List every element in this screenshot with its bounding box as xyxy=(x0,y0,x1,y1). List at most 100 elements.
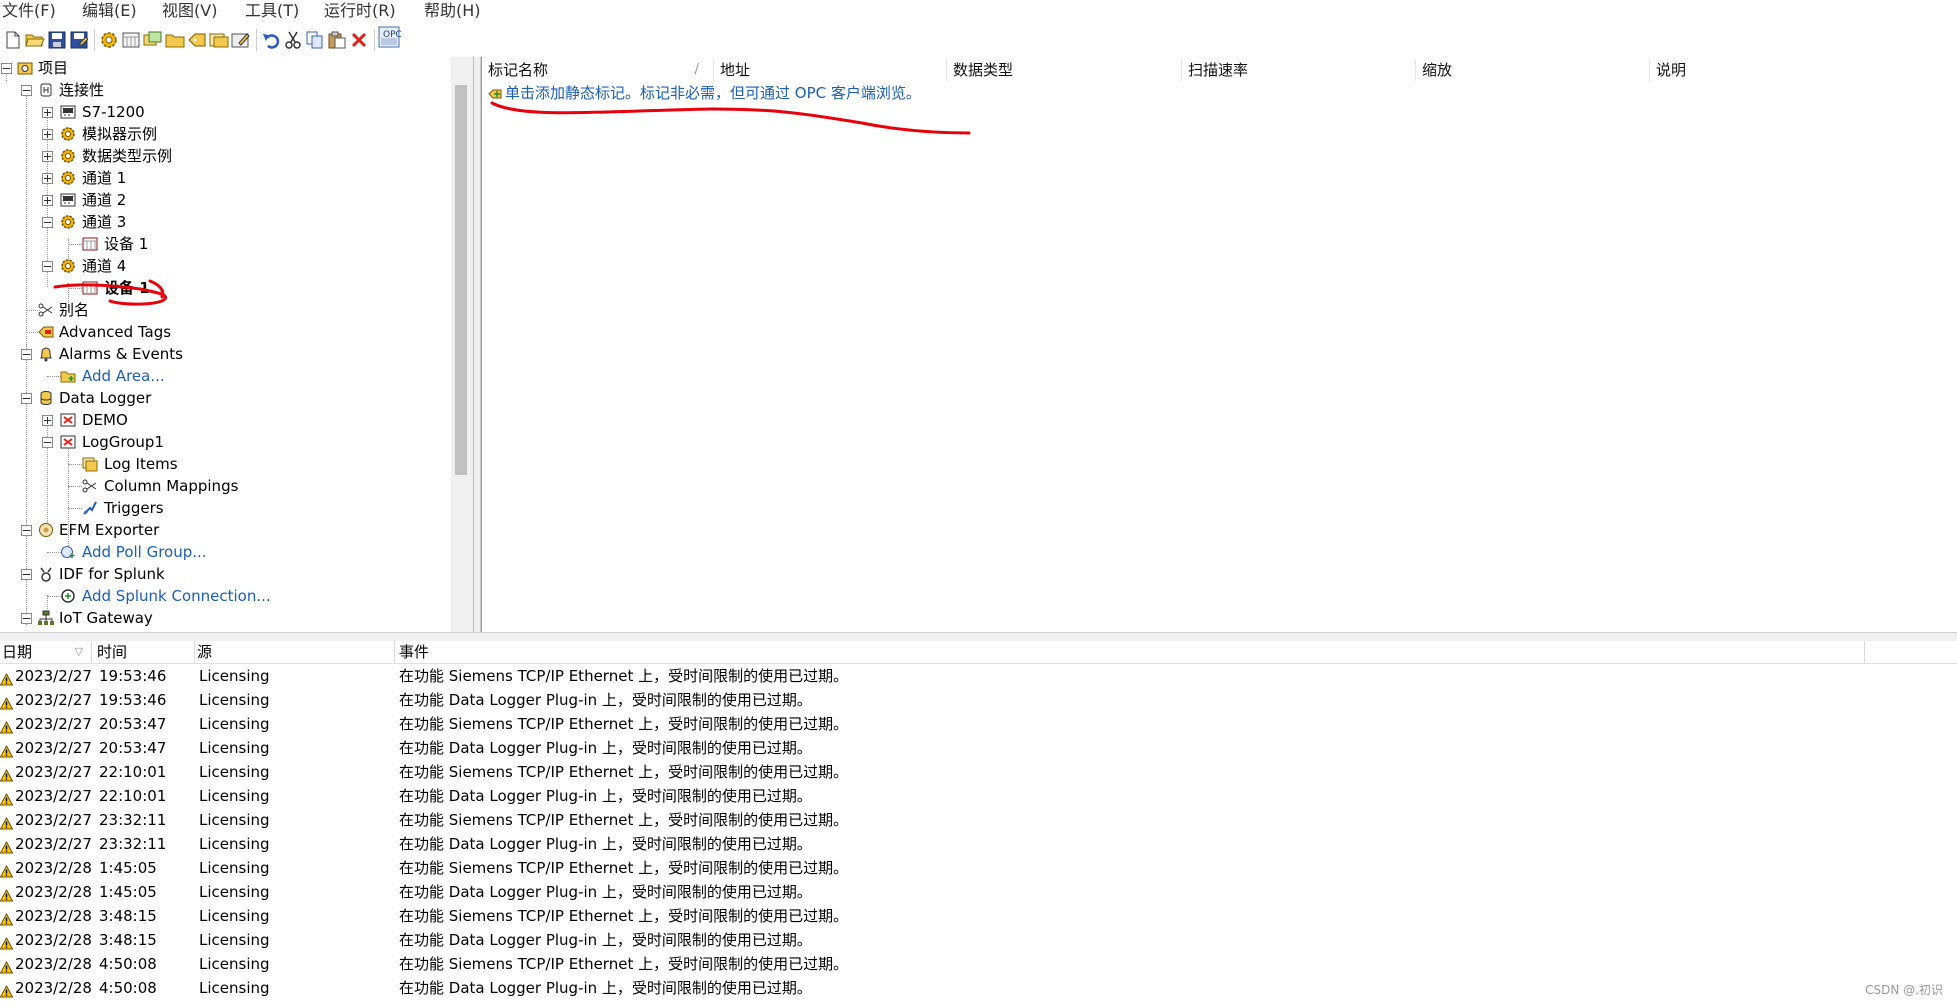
copy-icon[interactable] xyxy=(304,29,326,51)
new-tag-group-icon[interactable] xyxy=(142,29,164,51)
menu-view[interactable]: 视图(V) xyxy=(160,0,219,22)
cut-icon[interactable] xyxy=(282,29,304,51)
tree-node-ch3-device-1[interactable]: 设备 1 xyxy=(0,233,300,255)
log-row[interactable]: 2023/2/27 19:53:46 Licensing 在功能 Siemens TC… xyxy=(0,664,1957,688)
log-date: 2023/2/27 xyxy=(15,739,92,757)
log-event: 在功能 Data Logger Plug-in 上，受时间限制的使用已过期。 xyxy=(399,691,812,709)
tree-node-simulator[interactable]: 模拟器示例 xyxy=(0,123,300,145)
tree-node-channel-2[interactable]: 通道 2 xyxy=(0,189,300,211)
tree-node-loggroup1[interactable]: LogGroup1 xyxy=(0,431,300,453)
column-header-time[interactable]: 时间 xyxy=(95,641,195,663)
column-header-event[interactable]: 事件 xyxy=(397,641,1865,663)
column-header-scan-rate[interactable]: 扫描速率 xyxy=(1182,59,1416,81)
menu-runtime[interactable]: 运行时(R) xyxy=(322,0,398,22)
new-icon[interactable] xyxy=(2,29,24,51)
new-tag-icon[interactable] xyxy=(186,29,208,51)
tree-node-add-splunk-connection[interactable]: Add Splunk Connection... xyxy=(0,585,300,607)
collapse-icon[interactable] xyxy=(1,63,12,74)
tree-node-column-mappings[interactable]: Column Mappings xyxy=(0,475,300,497)
tree-node-idf-splunk[interactable]: IDF for Splunk xyxy=(0,563,300,585)
collapse-icon[interactable] xyxy=(42,437,53,448)
log-row[interactable]: 2023/2/28 1:45:05 Licensing 在功能 Data Logger… xyxy=(0,880,1957,904)
menu-help[interactable]: 帮助(H) xyxy=(422,0,483,22)
hint-text: 单击添加静态标记。标记非必需，但可通过 OPC 客户端浏览。 xyxy=(505,84,921,102)
delete-icon[interactable] xyxy=(348,29,370,51)
column-header-address[interactable]: 地址 xyxy=(714,59,947,81)
tree-node-log-items[interactable]: Log Items xyxy=(0,453,300,475)
tree-node-channel-1[interactable]: 通道 1 xyxy=(0,167,300,189)
expand-icon[interactable] xyxy=(42,107,53,118)
menu-file[interactable]: 文件(F) xyxy=(0,0,58,22)
save-as-icon[interactable] xyxy=(68,29,90,51)
tree-node-connectivity[interactable]: 连接性 xyxy=(0,79,300,101)
column-header-data-type[interactable]: 数据类型 xyxy=(947,59,1182,81)
tree-node-channel-3[interactable]: 通道 3 xyxy=(0,211,300,233)
log-row[interactable]: 2023/2/28 4:50:08 Licensing 在功能 Siemens TCP… xyxy=(0,952,1957,976)
tree-node-add-area[interactable]: Add Area... xyxy=(0,365,300,387)
log-row[interactable]: 2023/2/27 22:10:01 Licensing 在功能 Siemens TC… xyxy=(0,760,1957,784)
expand-icon[interactable] xyxy=(42,129,53,140)
new-channel-icon[interactable] xyxy=(98,29,120,51)
log-date: 2023/2/27 xyxy=(15,691,92,709)
collapse-icon[interactable] xyxy=(21,349,32,360)
log-row[interactable]: 2023/2/27 20:53:47 Licensing 在功能 Siemens TC… xyxy=(0,712,1957,736)
open-icon[interactable] xyxy=(24,29,46,51)
warning-icon xyxy=(0,933,14,950)
log-row[interactable]: 2023/2/27 23:32:11 Licensing 在功能 Data Logge… xyxy=(0,832,1957,856)
tree-node-advanced-tags[interactable]: Advanced Tags xyxy=(0,321,300,343)
tree-node-efm-exporter[interactable]: EFM Exporter xyxy=(0,519,300,541)
tree-node-add-poll-group[interactable]: Add Poll Group... xyxy=(0,541,300,563)
column-header-description[interactable]: 说明 xyxy=(1650,59,1957,81)
tree-label: Add Area... xyxy=(82,367,165,385)
collapse-icon[interactable] xyxy=(21,393,32,404)
new-folder-icon[interactable] xyxy=(164,29,186,51)
undo-icon[interactable] xyxy=(260,29,282,51)
bulk-tag-icon[interactable] xyxy=(208,29,230,51)
warning-icon xyxy=(0,981,14,998)
collapse-icon[interactable] xyxy=(21,613,32,624)
tree-node-channel-4[interactable]: 通道 4 xyxy=(0,255,300,277)
collapse-icon[interactable] xyxy=(21,569,32,580)
collapse-icon[interactable] xyxy=(42,217,53,228)
log-row[interactable]: 2023/2/27 20:53:47 Licensing 在功能 Data Logge… xyxy=(0,736,1957,760)
expand-icon[interactable] xyxy=(42,415,53,426)
log-row[interactable]: 2023/2/27 22:10:01 Licensing 在功能 Data Logge… xyxy=(0,784,1957,808)
tree-node-ch4-device-1[interactable]: 设备 1 xyxy=(0,277,300,299)
log-row[interactable]: 2023/2/28 3:48:15 Licensing 在功能 Siemens TCP… xyxy=(0,904,1957,928)
log-row[interactable]: 2023/2/27 23:32:11 Licensing 在功能 Siemens TC… xyxy=(0,808,1957,832)
new-device-icon[interactable] xyxy=(120,29,142,51)
collapse-icon[interactable] xyxy=(21,85,32,96)
column-header-scaling[interactable]: 缩放 xyxy=(1416,59,1650,81)
vertical-splitter[interactable] xyxy=(474,57,481,632)
properties-icon[interactable] xyxy=(230,29,252,51)
tree-scrollbar-thumb[interactable] xyxy=(455,85,467,475)
column-header-source[interactable]: 源 xyxy=(195,641,395,663)
expand-icon[interactable] xyxy=(42,151,53,162)
tree-node-iot-gateway[interactable]: IoT Gateway xyxy=(0,607,300,629)
expand-icon[interactable] xyxy=(42,195,53,206)
log-row[interactable]: 2023/2/28 4:50:08 Licensing 在功能 Data Logger… xyxy=(0,976,1957,1000)
column-header-tag-name[interactable]: 标记名称 / xyxy=(482,59,714,81)
column-header-date[interactable]: 日期 ▽ xyxy=(0,641,92,663)
tree-node-demo[interactable]: DEMO xyxy=(0,409,300,431)
tree-node-alias[interactable]: 别名 xyxy=(0,299,300,321)
menu-tools[interactable]: 工具(T) xyxy=(243,0,301,22)
collapse-icon[interactable] xyxy=(42,261,53,272)
paste-icon[interactable] xyxy=(326,29,348,51)
tree-node-datatype[interactable]: 数据类型示例 xyxy=(0,145,300,167)
tree-node-alarms-events[interactable]: Alarms & Events xyxy=(0,343,300,365)
tree-label: 通道 4 xyxy=(82,257,127,275)
tree-node-s7-1200[interactable]: S7-1200 xyxy=(0,101,300,123)
tree-node-triggers[interactable]: Triggers xyxy=(0,497,300,519)
save-icon[interactable] xyxy=(46,29,68,51)
log-row[interactable]: 2023/2/28 1:45:05 Licensing 在功能 Siemens TCP… xyxy=(0,856,1957,880)
expand-icon[interactable] xyxy=(42,173,53,184)
tree-node-data-logger[interactable]: Data Logger xyxy=(0,387,300,409)
menu-edit[interactable]: 编辑(E) xyxy=(80,0,139,22)
log-row[interactable]: 2023/2/27 19:53:46 Licensing 在功能 Data Logge… xyxy=(0,688,1957,712)
log-time: 4:50:08 xyxy=(99,955,157,973)
tree-scrollbar[interactable] xyxy=(451,57,473,632)
tree-node-project[interactable]: 项目 xyxy=(0,57,300,79)
log-row[interactable]: 2023/2/28 3:48:15 Licensing 在功能 Data Logger… xyxy=(0,928,1957,952)
collapse-icon[interactable] xyxy=(21,525,32,536)
